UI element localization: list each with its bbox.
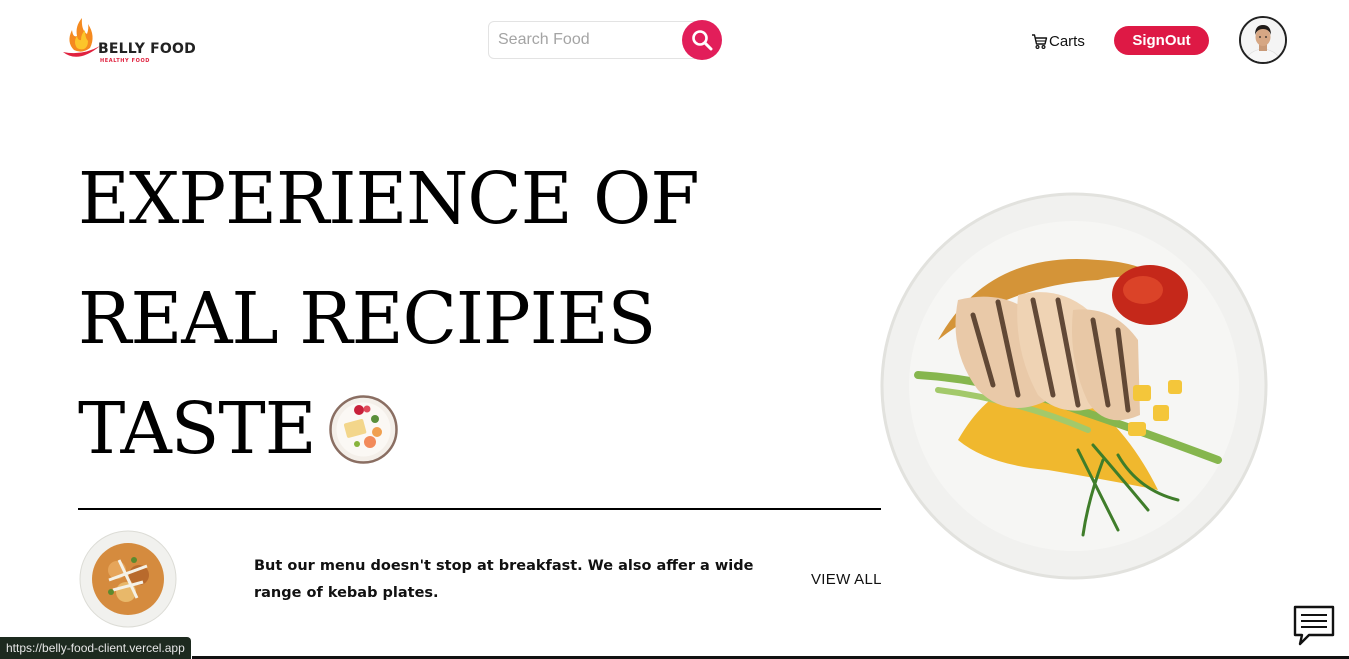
hero-heading-line-3: TASTE <box>78 387 317 470</box>
search-button[interactable] <box>682 20 722 60</box>
grilled-chicken-plate-image <box>880 192 1268 580</box>
status-bar-url: https://belly-food-client.vercel.app <box>0 637 191 659</box>
carts-label: Carts <box>1049 32 1085 50</box>
hero-heading-line-2: REAL RECIPIES <box>78 277 656 360</box>
menu-description: But our menu doesn't stop at breakfast. … <box>254 558 754 601</box>
fruit-plate-image <box>329 395 398 464</box>
search-icon <box>692 30 713 51</box>
hero-heading-line-1: EXPERIENCE OF <box>78 157 700 240</box>
logo-text: BELLY FOOD <box>98 41 196 57</box>
brand-logo[interactable]: BELLY FOOD HEALTHY FOOD <box>60 16 210 68</box>
signout-button[interactable]: SignOut <box>1114 26 1209 55</box>
chat-button[interactable] <box>1291 603 1337 649</box>
section-divider <box>78 508 881 510</box>
search-bar <box>488 20 722 60</box>
salad-plate-image <box>79 530 177 628</box>
carts-link[interactable]: Carts <box>1031 30 1085 52</box>
cart-icon <box>1032 33 1048 49</box>
search-input[interactable] <box>488 21 702 59</box>
chat-icon <box>1293 605 1335 646</box>
user-avatar-image <box>1241 18 1285 62</box>
logo-tagline: HEALTHY FOOD <box>100 58 151 64</box>
view-all-link[interactable]: VIEW ALL <box>811 571 882 588</box>
user-avatar[interactable] <box>1239 16 1287 64</box>
